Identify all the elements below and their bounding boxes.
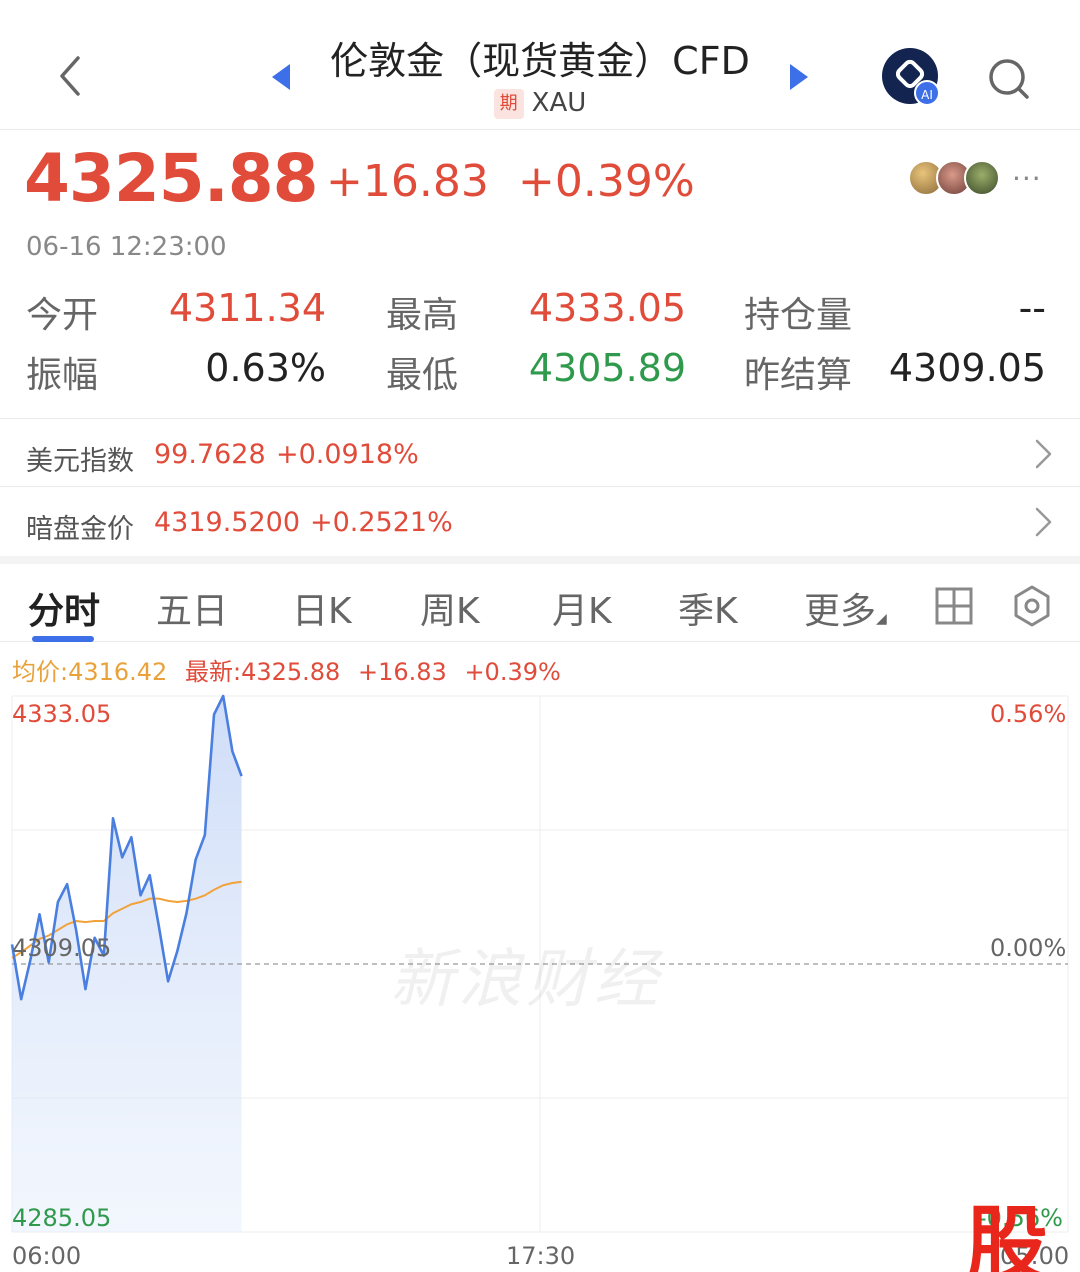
watermark: 新浪财经 (390, 943, 662, 1017)
grid-layout-icon[interactable] (934, 586, 974, 626)
high-value: 4333.05 (528, 286, 686, 330)
tab-more-label: 更多 (804, 591, 877, 632)
ai-tag: AI (914, 80, 940, 106)
open-value: 4311.34 (168, 286, 326, 330)
tab-monthly-k[interactable]: 月K (552, 582, 612, 634)
related-change: +0.2521% (310, 507, 453, 538)
chart-change-pct-label: +0.39% (464, 658, 561, 686)
quote-timestamp: 06-16 12:23:00 (26, 232, 227, 262)
active-tab-indicator (32, 636, 94, 642)
price-area-fill (12, 696, 242, 1232)
tab-more[interactable]: 更多◢ (804, 582, 887, 634)
amplitude-value: 0.63% (205, 346, 326, 390)
tab-intraday[interactable]: 分时 (28, 582, 100, 634)
prev-instrument-icon[interactable] (270, 62, 292, 92)
ai-assistant-button[interactable]: AI (882, 48, 940, 106)
page-title: 伦敦金（现货黄金）CFD (330, 39, 750, 83)
y-axis-max-label: 4333.05 (12, 700, 112, 728)
search-icon[interactable] (986, 56, 1032, 102)
settings-icon[interactable] (1010, 584, 1054, 628)
last-price: 4325.88 (24, 140, 319, 217)
instrument-symbol: XAU (531, 88, 587, 118)
open-interest-value: -- (1018, 286, 1046, 330)
tab-quarterly-k[interactable]: 季K (678, 582, 738, 634)
chart-change-label: +16.83 (357, 658, 447, 686)
avatar (964, 160, 1000, 196)
low-label: 最低 (386, 355, 459, 396)
y-axis-min-label: 4285.05 (12, 1204, 112, 1232)
futures-badge: 期 (493, 89, 524, 119)
prev-settle-label: 昨结算 (744, 355, 853, 396)
chevron-right-icon (1035, 439, 1052, 469)
prev-settle-value: 4309.05 (888, 346, 1046, 390)
amplitude-label: 振幅 (26, 355, 99, 396)
open-label: 今开 (26, 295, 99, 336)
tab-weekly-k[interactable]: 周K (420, 582, 480, 634)
y-axis-max-pct-label: 0.56% (990, 700, 1067, 728)
open-interest-label: 持仓量 (744, 295, 853, 336)
related-value: 99.7628 (154, 439, 266, 470)
high-label: 最高 (386, 295, 459, 336)
brand-logo: 股 (966, 1198, 1049, 1272)
more-icon[interactable]: ··· (1012, 162, 1042, 195)
related-row-usd-index[interactable]: 美元指数 99.7628 +0.0918% (0, 418, 1080, 486)
y-axis-ref-label: 4309.05 (12, 934, 112, 962)
related-change: +0.0918% (276, 439, 419, 470)
related-label: 暗盘金价 (26, 514, 134, 545)
related-value: 4319.5200 (154, 507, 301, 538)
latest-price-label: 最新:4325.88 (184, 658, 341, 686)
back-arrow-icon[interactable] (52, 52, 88, 100)
low-value: 4305.89 (528, 346, 686, 390)
x-axis-mid-label: 17:30 (506, 1242, 576, 1270)
chart-info-bar: 均价:4316.42 最新:4325.88 +16.83 +0.39% (12, 652, 571, 687)
header-bar: 伦敦金（现货黄金）CFD 期 XAU AI (0, 0, 1080, 130)
y-axis-ref-pct-label: 0.00% (990, 934, 1067, 962)
chevron-right-icon (1035, 507, 1052, 537)
avg-price-label: 均价:4316.42 (12, 658, 168, 686)
related-row-dark-gold[interactable]: 暗盘金价 4319.5200 +0.2521% (0, 486, 1080, 554)
price-change: +16.83 (326, 156, 489, 207)
related-label: 美元指数 (26, 446, 134, 477)
dropdown-corner-icon: ◢ (876, 611, 887, 627)
tab-daily-k[interactable]: 日K (292, 582, 352, 634)
community-avatars[interactable] (908, 160, 1004, 200)
tab-five-day[interactable]: 五日 (156, 582, 228, 634)
x-axis-start-label: 06:00 (12, 1242, 82, 1270)
next-instrument-icon[interactable] (788, 62, 810, 92)
price-change-pct: +0.39% (518, 156, 695, 207)
chart-period-tabs: 分时 五日 日K 周K 月K 季K 更多◢ (0, 556, 1080, 642)
instrument-code: 期 XAU (290, 88, 790, 119)
